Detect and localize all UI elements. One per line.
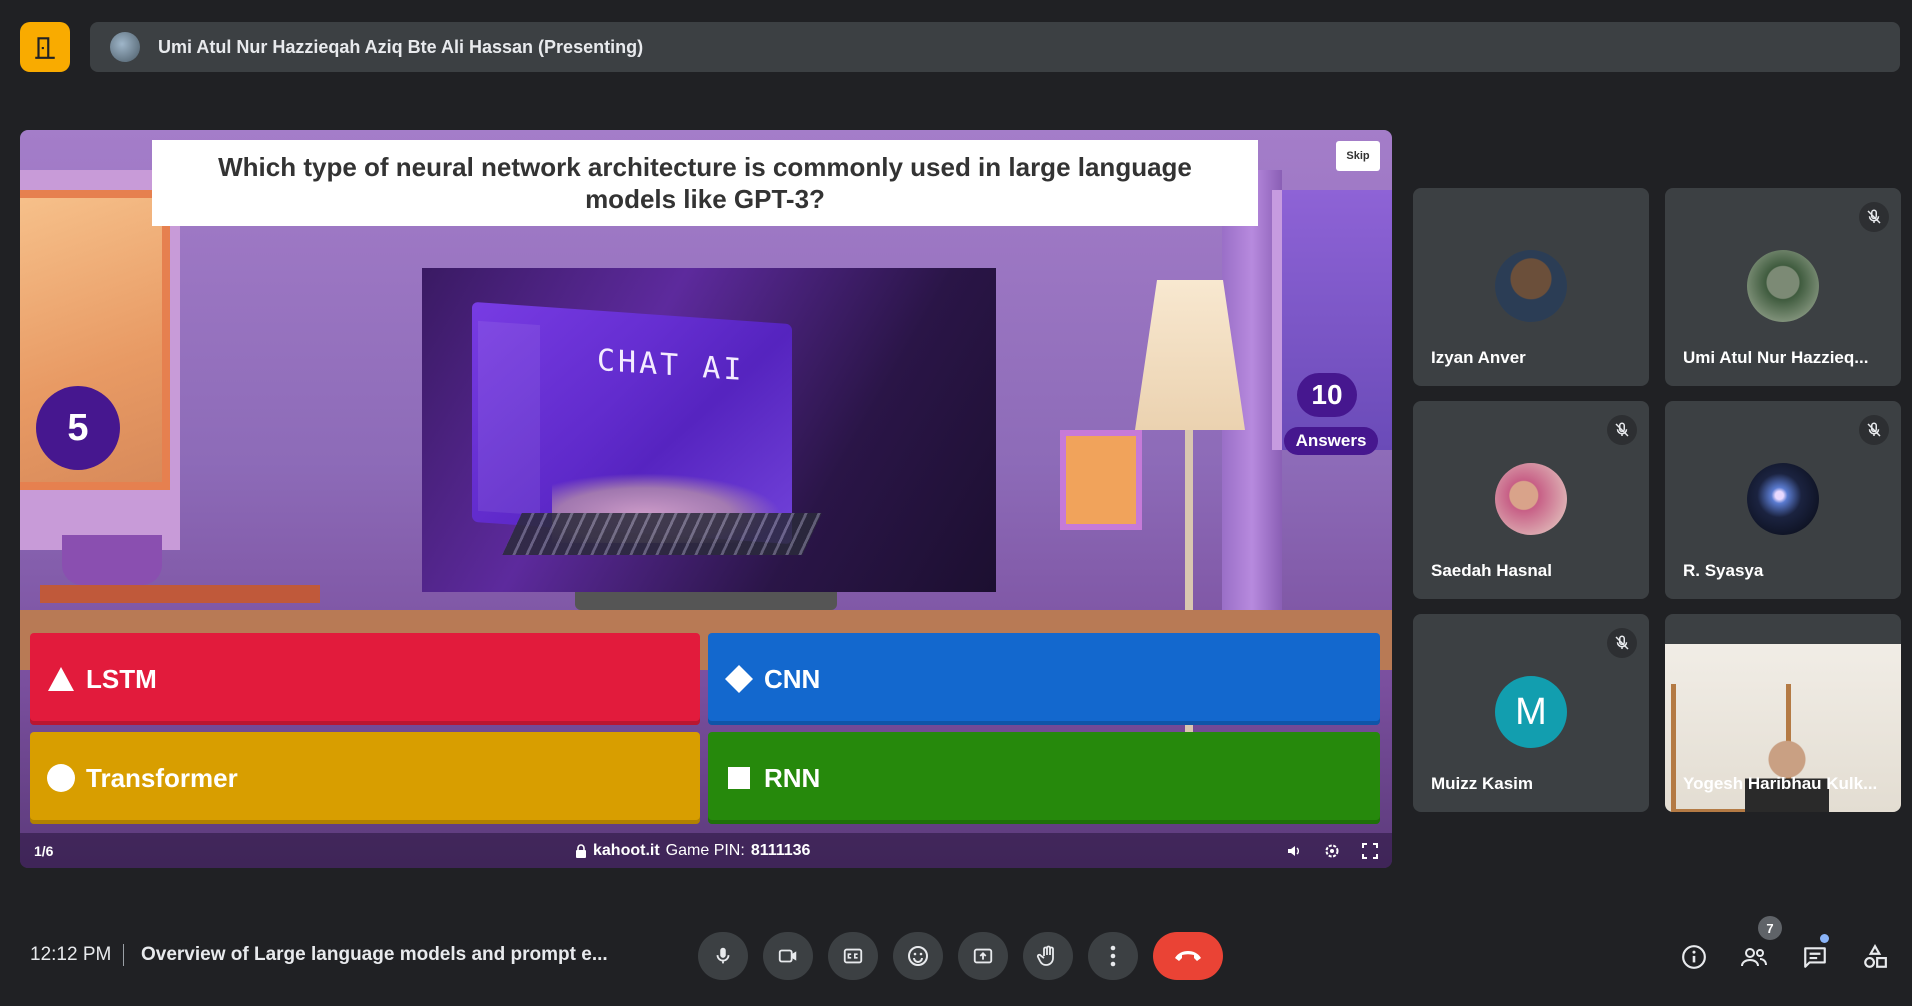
pin-value: 8111136 [750, 841, 811, 859]
meeting-title: Overview of Large language models and pr… [141, 944, 608, 965]
microphone-button[interactable] [698, 932, 748, 980]
presenter-bar[interactable]: Umi Atul Nur Hazzieqah Aziq Bte Ali Hass… [90, 22, 1900, 72]
presentation-stage: Which type of neural network architectur… [20, 130, 1392, 868]
circle-icon [46, 763, 76, 793]
question-image: CHAT AI [422, 268, 996, 592]
fullscreen-icon[interactable] [1362, 842, 1378, 859]
kahoot-footer: 1/6 kahoot.it Game PIN: 8111136 [20, 833, 1392, 868]
question-box: Which type of neural network architectur… [152, 140, 1258, 226]
more-vert-icon [1110, 945, 1116, 967]
activities-icon [1864, 944, 1887, 968]
answer-option-lstm[interactable]: LSTM [30, 633, 700, 725]
activities-button[interactable] [1858, 940, 1892, 974]
avatar [1495, 463, 1567, 535]
divider [123, 944, 124, 966]
participant-tile[interactable]: Umi Atul Nur Hazzieq... [1665, 188, 1901, 386]
participant-tile[interactable]: M Muizz Kasim [1413, 614, 1649, 812]
mic-off-icon [1859, 415, 1889, 445]
keyboard [502, 513, 822, 555]
answers-label: Answers [1284, 427, 1378, 455]
captions-button[interactable] [828, 932, 878, 980]
square-icon [724, 763, 754, 793]
people-button[interactable] [1737, 940, 1771, 974]
hand-icon [1036, 945, 1054, 966]
presenter-label: Umi Atul Nur Hazzieqah Aziq Bte Ali Hass… [158, 36, 644, 57]
chat-icon [1804, 947, 1826, 968]
holo-sidebar [478, 320, 540, 516]
presenter-avatar [110, 32, 140, 62]
chat-button[interactable] [1798, 940, 1832, 974]
people-icon [1741, 948, 1767, 967]
leave-call-button[interactable] [1153, 932, 1223, 980]
participant-name: R. Syasya [1683, 561, 1764, 580]
lock-icon [576, 843, 586, 858]
question-text: Which type of neural network architectur… [218, 152, 1192, 214]
countdown-timer: 5 [36, 386, 120, 470]
plant-pot [62, 535, 162, 585]
diamond-icon [724, 664, 754, 694]
answer-label: CNN [764, 663, 821, 694]
mic-off-icon [1607, 628, 1637, 658]
settings-icon[interactable] [1324, 843, 1340, 859]
participant-tile[interactable]: Saedah Hasnal [1413, 401, 1649, 599]
answer-label: Transformer [86, 762, 238, 793]
mic-off-icon [1607, 415, 1637, 445]
video-camera-icon [778, 949, 797, 963]
meeting-details-button[interactable] [1677, 940, 1711, 974]
mic-icon [716, 947, 730, 964]
hang-up-icon [1175, 951, 1201, 961]
participant-name: Muizz Kasim [1431, 774, 1534, 793]
game-pin: kahoot.it Game PIN: 8111136 [575, 842, 810, 860]
monitor-stand [575, 592, 837, 610]
reactions-button[interactable] [893, 932, 943, 980]
question-progress: 1/6 [34, 842, 54, 859]
answer-option-transformer[interactable]: Transformer [30, 732, 700, 824]
picture-frame [1060, 430, 1142, 530]
participant-tile[interactable]: Izyan Anver [1413, 188, 1649, 386]
answers-count: 10 [1297, 373, 1357, 417]
door-icon [35, 37, 55, 59]
volume-icon[interactable] [1286, 843, 1302, 859]
camera-button[interactable] [763, 932, 813, 980]
captions-icon [843, 948, 863, 964]
mic-off-icon [1859, 202, 1889, 232]
info-icon [1682, 945, 1706, 969]
site-link: kahoot.it [593, 841, 660, 859]
participant-tile[interactable]: R. Syasya [1665, 401, 1901, 599]
shelf [40, 585, 320, 603]
more-options-button[interactable] [1088, 932, 1138, 980]
answer-option-cnn[interactable]: CNN [708, 633, 1380, 725]
avatar: M [1495, 676, 1567, 748]
answer-label: LSTM [86, 663, 157, 694]
participant-tile-video[interactable]: Yogesh Haribhau Kulk... [1665, 614, 1901, 812]
avatar [1747, 463, 1819, 535]
avatar [1495, 250, 1567, 322]
participant-name: Izyan Anver [1431, 348, 1526, 367]
raise-hand-button[interactable] [1023, 932, 1073, 980]
skip-button[interactable]: Skip [1336, 141, 1380, 171]
exit-presentation-button[interactable] [20, 22, 70, 72]
present-button[interactable] [958, 932, 1008, 980]
participant-name: Yogesh Haribhau Kulk... [1683, 774, 1878, 793]
clock: 12:12 PM [30, 944, 112, 965]
answer-label: RNN [764, 762, 821, 793]
triangle-icon [46, 664, 76, 694]
participant-name: Saedah Hasnal [1431, 561, 1552, 580]
participant-name: Umi Atul Nur Hazzieq... [1683, 348, 1869, 367]
avatar [1747, 250, 1819, 322]
answer-option-rnn[interactable]: RNN [708, 732, 1380, 824]
present-screen-icon [973, 948, 993, 964]
people-count-badge: 7 [1758, 916, 1782, 940]
pin-label: Game PIN: [665, 841, 745, 859]
emoji-icon [908, 946, 928, 966]
chat-notification-dot [1820, 934, 1829, 943]
